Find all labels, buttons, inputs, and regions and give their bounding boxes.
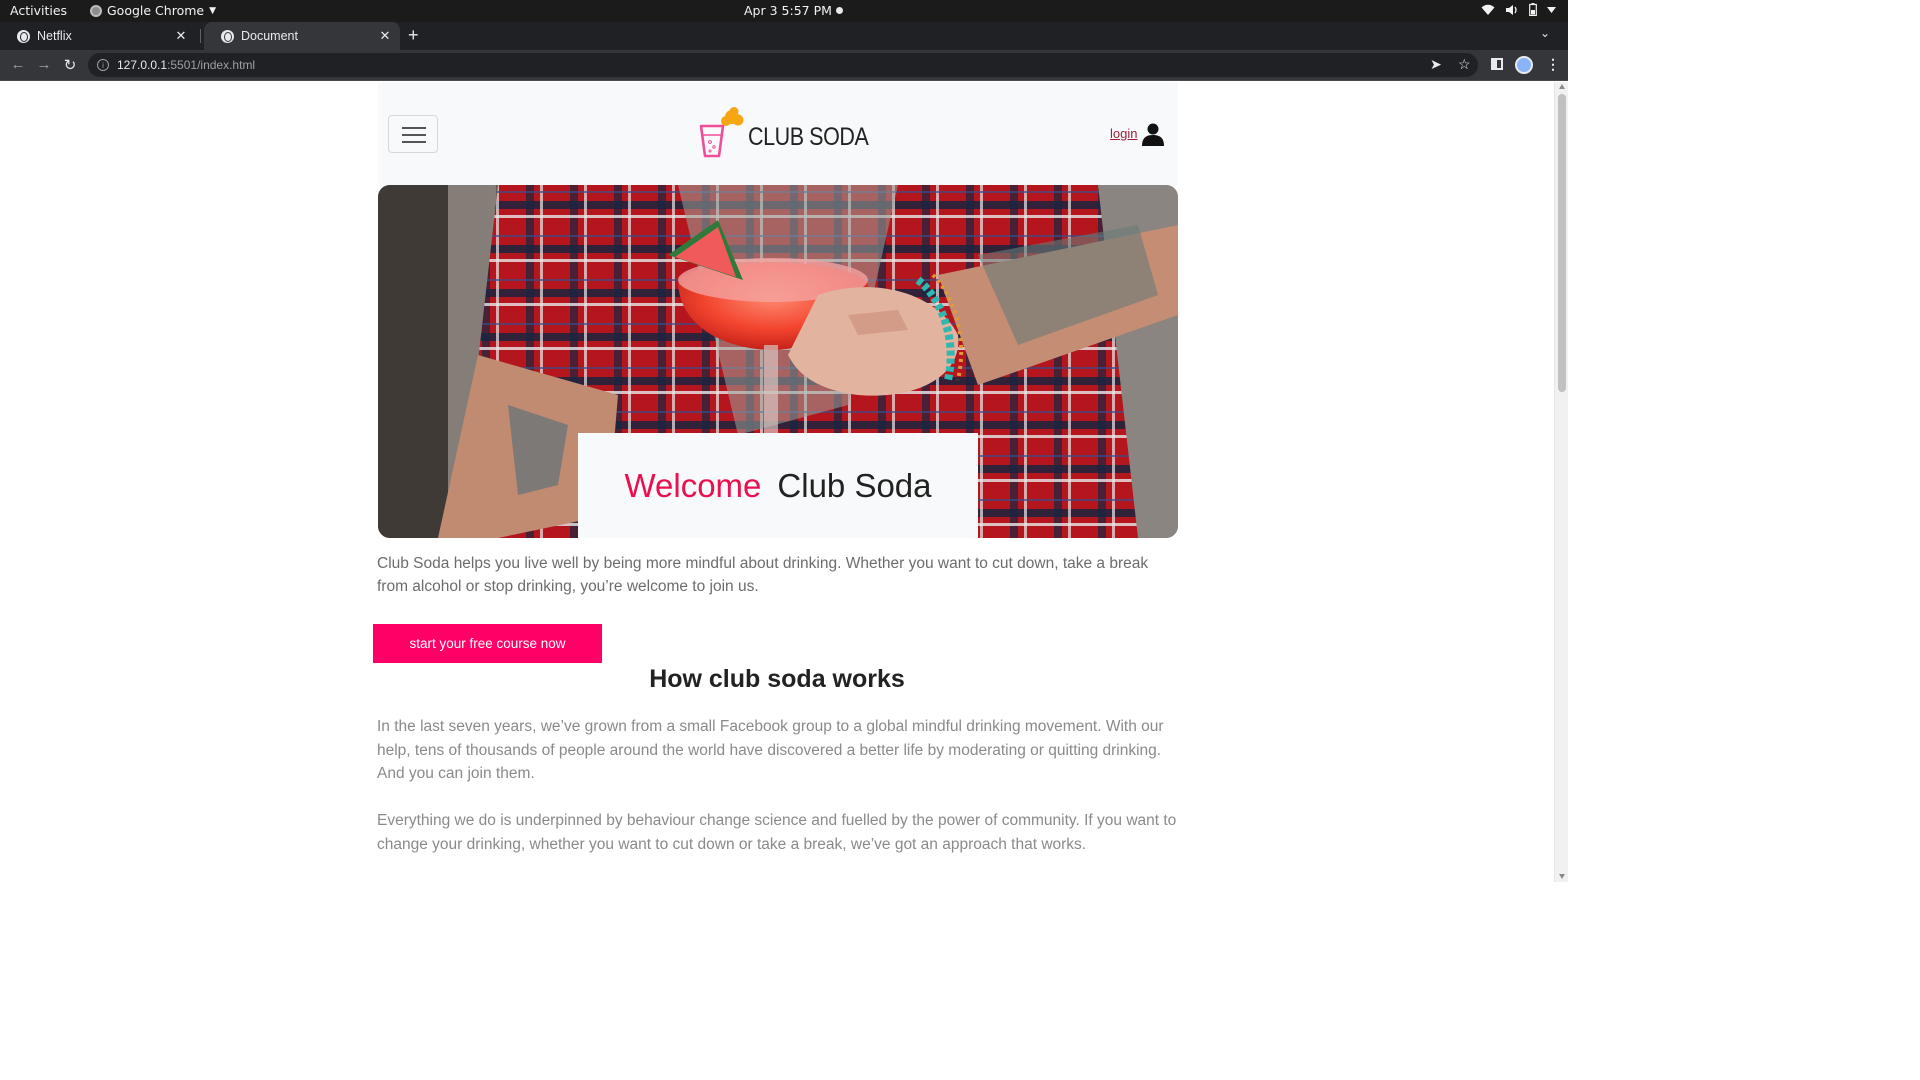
send-tab-icon[interactable]: ➤ — [1430, 56, 1442, 73]
back-arrow-icon[interactable]: ← — [8, 56, 28, 73]
soda-cup-logo-icon — [699, 107, 744, 158]
app-menu-label: Google Chrome — [107, 3, 205, 18]
hamburger-menu-button[interactable] — [388, 115, 438, 153]
user-icon[interactable] — [1141, 122, 1165, 146]
system-top-bar: Activities Google Chrome ▼ Apr 3 5:57 PM — [0, 0, 1568, 22]
profile-avatar-icon[interactable] — [1515, 56, 1533, 74]
system-tray[interactable] — [1481, 3, 1556, 16]
close-icon[interactable]: ✕ — [376, 28, 394, 44]
reload-icon[interactable]: ↻ — [60, 56, 80, 74]
battery-icon — [1529, 3, 1537, 16]
hero-banner: Welcome Club Soda — [378, 185, 1178, 538]
bookmark-star-icon[interactable]: ☆ — [1458, 56, 1471, 73]
logo-wordmark: CLUB SODA — [748, 123, 869, 151]
body-paragraph: In the last seven years, we’ve grown fro… — [377, 718, 1164, 782]
chrome-icon — [90, 4, 102, 17]
side-panel-icon[interactable] — [1491, 58, 1503, 70]
forward-arrow-icon[interactable]: → — [34, 56, 54, 73]
body-paragraph: Everything we do is underpinned by behav… — [377, 812, 1177, 853]
caret-down-icon: ▼ — [209, 5, 217, 16]
tab-divider — [200, 29, 201, 43]
tab-label: Netflix — [37, 29, 72, 43]
app-menu[interactable]: Google Chrome ▼ — [90, 3, 216, 18]
welcome-word: Welcome — [624, 466, 762, 504]
wifi-icon — [1481, 4, 1495, 15]
notification-dot-icon — [836, 7, 843, 14]
intro-text: Club Soda helps you live well by being m… — [377, 555, 1149, 595]
scrollbar-thumb[interactable] — [1558, 94, 1566, 392]
scroll-up-arrow-icon[interactable] — [1559, 84, 1565, 89]
url-host: 127.0.0.1 — [117, 58, 168, 72]
tab-search-chevron-icon[interactable]: ⌄ — [1540, 26, 1550, 40]
clock[interactable]: Apr 3 5:57 PM — [744, 3, 832, 18]
tab-label: Document — [241, 29, 298, 43]
tab-document[interactable]: Document ✕ — [204, 22, 400, 50]
site-header: CLUB SODA login — [378, 82, 1178, 185]
welcome-brand: Club Soda — [777, 466, 932, 504]
globe-icon — [17, 29, 30, 43]
url-path: :5501/index.html — [167, 58, 256, 72]
activities-button[interactable]: Activities — [10, 3, 67, 18]
browser-toolbar: ← → ↻ i 127.0.0.1 :5501/index.html ➤ ☆ ⋮ — [0, 50, 1568, 81]
page-viewport: CLUB SODA login Welcome Club Soda Club S… — [0, 82, 1568, 882]
section-title: How club soda works — [649, 665, 905, 693]
system-menu-caret-icon — [1547, 6, 1556, 13]
login-link[interactable]: login — [1110, 126, 1137, 141]
address-bar[interactable]: i 127.0.0.1 :5501/index.html — [88, 53, 1478, 77]
volume-icon — [1506, 4, 1517, 15]
kebab-menu-icon[interactable]: ⋮ — [1546, 56, 1560, 73]
info-icon[interactable]: i — [97, 59, 109, 71]
welcome-card: Welcome Club Soda — [578, 433, 978, 538]
tab-netflix[interactable]: Netflix ✕ — [0, 22, 196, 50]
login-link-group[interactable]: login — [1110, 122, 1165, 146]
site-logo[interactable]: CLUB SODA — [698, 106, 888, 158]
page-scrollbar[interactable] — [1554, 82, 1568, 882]
start-course-button[interactable]: start your free course now — [373, 624, 602, 663]
scroll-down-arrow-icon[interactable] — [1559, 874, 1565, 879]
close-icon[interactable]: ✕ — [172, 28, 190, 44]
globe-icon — [221, 29, 234, 43]
tab-strip: Netflix ✕ Document ✕ + ⌄ — [0, 22, 1568, 50]
new-tab-button[interactable]: + — [408, 25, 419, 46]
